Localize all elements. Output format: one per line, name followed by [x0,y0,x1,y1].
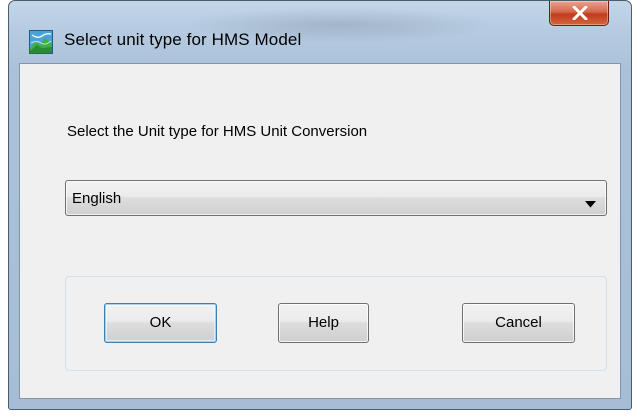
title-bar[interactable]: Select unit type for HMS Model [9,1,631,63]
unit-type-select[interactable]: English [65,180,607,216]
dialog-window: Select unit type for HMS Model Select th… [8,0,632,410]
close-button[interactable] [549,1,609,26]
chevron-down-icon[interactable] [585,195,596,213]
button-group: OK Help Cancel [65,276,607,371]
unit-type-prompt: Select the Unit type for HMS Unit Conver… [67,123,368,140]
cancel-button[interactable]: Cancel [462,303,575,343]
ok-button[interactable]: OK [104,303,217,343]
help-button[interactable]: Help [278,303,369,343]
watershed-map-icon [29,30,53,54]
unit-type-selected-value: English [72,190,122,207]
dialog-client-area: Select the Unit type for HMS Unit Conver… [19,63,621,399]
close-x-icon [572,6,588,20]
window-title: Select unit type for HMS Model [64,30,302,49]
